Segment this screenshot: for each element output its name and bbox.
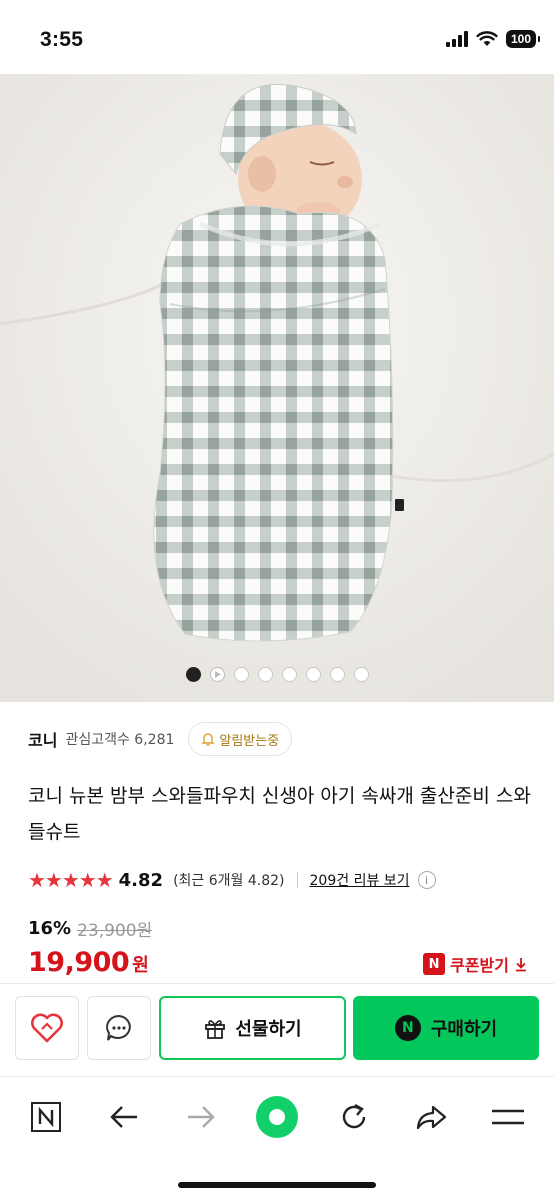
- talk-button[interactable]: [87, 996, 151, 1060]
- product-image-carousel[interactable]: [0, 74, 554, 702]
- price-row: 19,900 원: [28, 947, 149, 978]
- naver-home-icon: [31, 1102, 61, 1132]
- forward-arrow-icon: [188, 1106, 215, 1128]
- gift-label: 선물하기: [235, 1019, 302, 1040]
- share-icon: [416, 1105, 447, 1130]
- recent-rating: (최근 6개월 4.82): [173, 873, 285, 889]
- play-icon: [214, 671, 221, 678]
- purchase-action-bar: 선물하기 N 구매하기: [0, 983, 554, 1075]
- green-dot-button[interactable]: [253, 1093, 301, 1141]
- bell-icon: [201, 733, 216, 746]
- rating-row: ★★★★★ 4.82 (최근 6개월 4.82) 209건 리뷰 보기 i: [28, 865, 436, 895]
- carousel-dot-video[interactable]: [209, 667, 225, 682]
- seller-info: 코니 관심고객수 6,281 알림받는중: [28, 722, 293, 756]
- wishlist-button[interactable]: [15, 996, 79, 1060]
- carousel-dot-8[interactable]: [353, 667, 369, 682]
- original-price: 23,900원: [77, 921, 153, 941]
- status-icons: 100: [445, 30, 541, 48]
- wifi-icon: [476, 31, 498, 46]
- carousel-dot-3[interactable]: [233, 667, 249, 682]
- carousel-dot-6[interactable]: [305, 667, 321, 682]
- carousel-pagination: [0, 667, 554, 682]
- gift-icon: [205, 1020, 226, 1039]
- carousel-dot-5[interactable]: [281, 667, 297, 682]
- seller-name[interactable]: 코니: [28, 727, 57, 751]
- back-button[interactable]: [100, 1093, 148, 1141]
- status-time: 3:55: [40, 28, 84, 51]
- buy-label: 구매하기: [430, 1019, 498, 1040]
- menu-button[interactable]: [484, 1093, 532, 1141]
- seller-fans-count: 관심고객수 6,281: [65, 732, 175, 748]
- status-bar: 3:55 100: [0, 0, 554, 74]
- heart-icon: [31, 1013, 63, 1043]
- back-arrow-icon: [110, 1106, 137, 1128]
- refresh-icon: [342, 1103, 366, 1129]
- baby-swaddle-image: [0, 74, 554, 702]
- chat-bubble-icon: [106, 1014, 131, 1041]
- product-title: 코니 뉴본 밤부 스와들파우치 신생아 아기 속싸개 출산준비 스와들슈트: [28, 785, 531, 843]
- battery-indicator: 100: [505, 30, 541, 48]
- divider: [296, 872, 298, 888]
- naver-pay-icon: N: [394, 1015, 421, 1041]
- menu-icon: [492, 1109, 524, 1125]
- carousel-dot-4[interactable]: [257, 667, 273, 682]
- notification-subscribe-button[interactable]: 알림받는중: [188, 722, 293, 756]
- carousel-dot-7[interactable]: [329, 667, 345, 682]
- discount-rate: 16%: [28, 918, 72, 939]
- download-arrow-icon: [516, 958, 526, 972]
- browser-toolbar: [0, 1076, 554, 1200]
- star-rating-icon: ★★★★★: [28, 868, 114, 892]
- sale-price: 19,900: [28, 947, 130, 978]
- gift-button[interactable]: 선물하기: [159, 996, 346, 1060]
- forward-button[interactable]: [177, 1093, 225, 1141]
- naver-home-button[interactable]: [22, 1093, 70, 1141]
- notify-label: 알림받는중: [219, 733, 280, 749]
- coupon-label: 쿠폰받기: [450, 956, 509, 975]
- discount-row: 16% 23,900원: [28, 916, 152, 941]
- carousel-dot-1[interactable]: [185, 667, 201, 682]
- share-button[interactable]: [407, 1093, 455, 1141]
- home-indicator: [178, 1182, 376, 1188]
- coupon-button[interactable]: N 쿠폰받기: [423, 952, 528, 976]
- rating-score: 4.82: [118, 869, 164, 891]
- refresh-button[interactable]: [330, 1093, 378, 1141]
- naver-n-icon: N: [423, 953, 446, 975]
- buy-button[interactable]: N 구매하기: [353, 996, 539, 1060]
- cellular-signal-icon: [445, 31, 468, 47]
- green-dot-icon: [256, 1096, 298, 1138]
- info-icon[interactable]: i: [417, 871, 436, 889]
- review-link[interactable]: 209건 리뷰 보기: [310, 870, 410, 890]
- price-unit: 원: [132, 955, 149, 976]
